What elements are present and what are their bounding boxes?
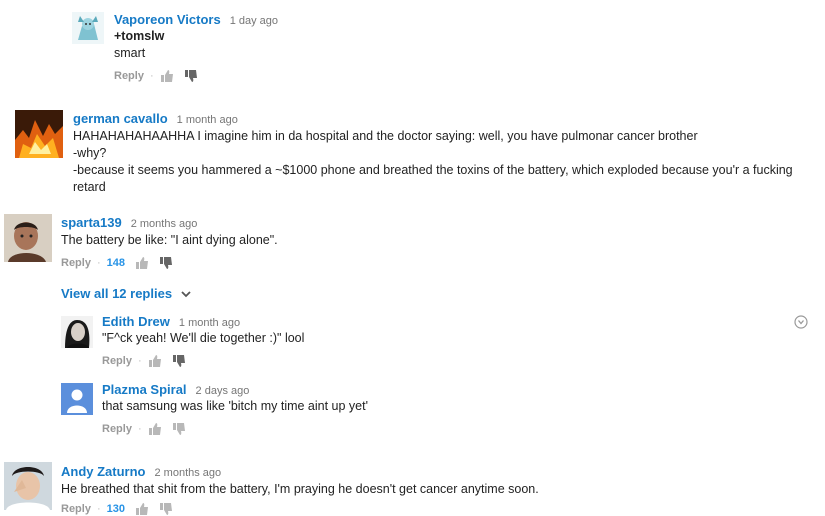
comment-text: that samsung was like 'bitch my time ain… <box>102 399 368 413</box>
comment-actions: Reply · 148 <box>61 256 183 270</box>
comment-author[interactable]: german cavallo 1 month ago <box>73 111 238 126</box>
reply-button[interactable]: Reply <box>61 257 91 269</box>
thumbs-down-icon[interactable] <box>184 69 198 83</box>
comment-actions: Reply · <box>114 69 208 83</box>
separator-dot: · <box>96 257 101 269</box>
like-count: 148 <box>106 257 125 269</box>
thumbs-down-icon[interactable] <box>159 256 173 270</box>
menu-icon[interactable] <box>794 315 808 329</box>
reply-button[interactable]: Reply <box>61 503 91 515</box>
separator-dot: · <box>137 355 142 367</box>
thumbs-down-icon[interactable] <box>172 354 186 368</box>
avatar[interactable] <box>61 316 93 348</box>
comment-author[interactable]: Plazma Spiral 2 days ago <box>102 382 249 397</box>
comment-author[interactable]: Edith Drew 1 month ago <box>102 314 240 329</box>
comment-author[interactable]: Vaporeon Victors 1 day ago <box>114 12 278 27</box>
separator-dot: · <box>137 423 142 435</box>
chevron-down-icon <box>181 291 191 298</box>
comment-time[interactable]: 2 days ago <box>196 385 250 397</box>
comment-time[interactable]: 1 day ago <box>230 15 278 27</box>
comment-actions: Reply · <box>102 422 196 436</box>
comment-text: smart <box>114 46 146 60</box>
comment-author[interactable]: Andy Zaturno 2 months ago <box>61 464 221 479</box>
reply-button[interactable]: Reply <box>114 70 144 82</box>
thumbs-down-icon[interactable] <box>172 422 186 436</box>
avatar[interactable] <box>4 462 52 510</box>
thumbs-up-icon[interactable] <box>148 354 162 368</box>
comment-time[interactable]: 1 month ago <box>177 114 238 126</box>
thumbs-up-icon[interactable] <box>135 502 149 516</box>
reply-button[interactable]: Reply <box>102 423 132 435</box>
avatar[interactable] <box>61 383 93 415</box>
reply-button[interactable]: Reply <box>102 355 132 367</box>
comment-text: HAHAHAHAHAAHHA I imagine him in da hospi… <box>73 129 698 143</box>
comment-time[interactable]: 2 months ago <box>131 218 198 230</box>
comment-author[interactable]: sparta139 2 months ago <box>61 215 197 230</box>
comment-actions: Reply · <box>102 354 196 368</box>
avatar[interactable] <box>15 110 63 158</box>
separator-dot: · <box>149 70 154 82</box>
comment-actions: Reply · 130 <box>61 502 183 516</box>
thumbs-up-icon[interactable] <box>148 422 162 436</box>
comment-text: "F^ck yeah! We'll die together :)" lool <box>102 331 305 345</box>
thumbs-up-icon[interactable] <box>135 256 149 270</box>
comment-text: +tomslw <box>114 29 165 43</box>
thumbs-up-icon[interactable] <box>160 69 174 83</box>
comment-time[interactable]: 1 month ago <box>179 317 240 329</box>
avatar[interactable] <box>4 214 52 262</box>
comment-text: The battery be like: "I aint dying alone… <box>61 233 278 247</box>
view-replies-button[interactable]: View all 12 replies <box>61 286 191 301</box>
separator-dot: · <box>96 503 101 515</box>
comment-text: -because it seems you hammered a ~$1000 … <box>73 163 793 194</box>
comment-text: He breathed that shit from the battery, … <box>61 482 539 496</box>
avatar[interactable] <box>72 12 104 44</box>
like-count: 130 <box>106 503 125 515</box>
comment-time[interactable]: 2 months ago <box>155 467 222 479</box>
comment-text: -why? <box>73 146 107 160</box>
thumbs-down-icon[interactable] <box>159 502 173 516</box>
